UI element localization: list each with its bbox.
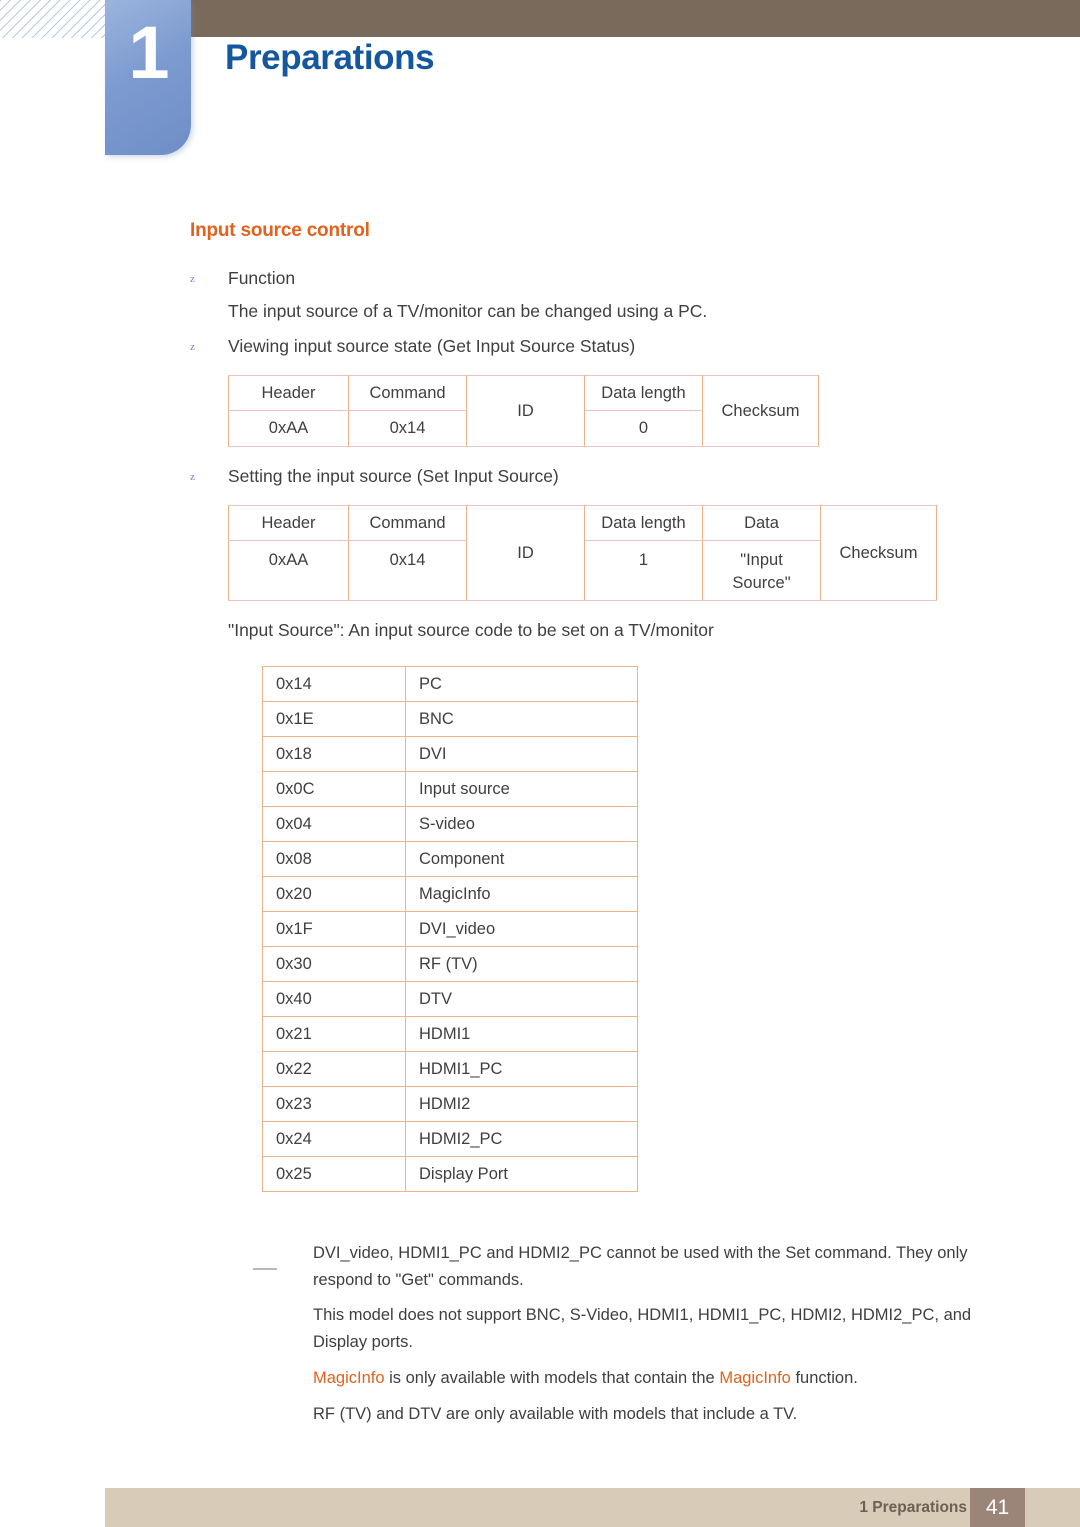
table-row: 0x04 S-video [262,806,638,842]
cell-header-value: 0xAA [228,540,349,601]
cell-datalength-value: 1 [584,540,703,601]
bullet-get-status-label: Viewing input source state (Get Input So… [228,336,636,356]
source-name-value: HDMI2 [405,1086,638,1122]
bullet-function-label: Function [228,268,296,288]
bullet-set-source-label: Setting the input source (Set Input Sour… [228,466,559,486]
source-code-value: 0x30 [262,946,406,982]
cell-command-label: Command [348,374,467,412]
note-3-text-2: function. [790,1368,858,1387]
source-code-value: 0x14 [262,666,406,702]
note-3-magicinfo-2: MagicInfo [719,1368,791,1387]
section-title: Input source control [190,220,370,241]
cell-id-label: ID [466,375,585,447]
source-name-value: Component [405,841,638,877]
note-3-magicinfo-1: MagicInfo [313,1368,385,1387]
table-row: 0x0C Input source [262,771,638,807]
source-name-value: DVI_video [405,911,638,947]
table-row: 0x20 MagicInfo [262,876,638,912]
cell-datalength-label: Data length [584,374,703,412]
header-brown-bar [190,0,1080,37]
page-footer: 1 Preparations 41 [105,1488,1080,1527]
table-row: 0x25 Display Port [262,1156,638,1192]
source-code-value: 0x1E [262,701,406,737]
table-row: Header Command ID Data length Checksum [228,374,819,447]
source-code-value: 0x0C [262,771,406,807]
source-name-value: HDMI1 [405,1016,638,1052]
source-name-value: Display Port [405,1156,638,1192]
source-name-value: DVI [405,736,638,772]
table-row: 0x24 HDMI2_PC [262,1121,638,1157]
cell-datalength-value: 0 [584,410,703,447]
table-row: 0x08 Component [262,841,638,877]
table-row: 0x23 HDMI2 [262,1086,638,1122]
function-description: The input source of a TV/monitor can be … [228,301,708,321]
source-code-value: 0x18 [262,736,406,772]
cell-command-label: Command [348,504,467,542]
table-row: 0x18 DVI [262,736,638,772]
source-name-value: PC [405,666,638,702]
cell-data-value: "Input Source" [702,540,821,601]
source-code-value: 0x04 [262,806,406,842]
source-code-value: 0x25 [262,1156,406,1192]
table-row: 0x22 HDMI1_PC [262,1051,638,1087]
bullet-icon: z [190,273,195,285]
table-row: 0x21 HDMI1 [262,1016,638,1052]
page-number-box: 41 [970,1488,1025,1527]
cell-header-label: Header [228,504,349,542]
source-code-value: 0x24 [262,1121,406,1157]
source-name-value: BNC [405,701,638,737]
source-name-value: MagicInfo [405,876,638,912]
data-value-line-1: "Input [740,551,783,570]
bullet-icon: z [190,341,195,353]
page-header: 1 Preparations [0,0,1080,160]
source-name-value: HDMI2_PC [405,1121,638,1157]
source-code-value: 0x23 [262,1086,406,1122]
get-packet-table: Header Command ID Data length Checksum 0… [228,374,819,447]
source-code-value: 0x22 [262,1051,406,1087]
note-3: MagicInfo is only available with models … [313,1365,1013,1392]
hatch-decoration [0,0,112,38]
source-name-value: DTV [405,981,638,1017]
cell-data-label: Data [702,504,821,542]
source-code-value: 0x40 [262,981,406,1017]
input-source-caption: "Input Source": An input source code to … [228,620,714,640]
source-code-value: 0x20 [262,876,406,912]
bullet-icon: z [190,471,195,483]
note-3-text-1: is only available with models that conta… [384,1368,720,1387]
source-name-value: Input source [405,771,638,807]
note-2: This model does not support BNC, S-Video… [313,1306,972,1352]
table-row: 0x1E BNC [262,701,638,737]
notes-block: DVI_video, HDMI1_PC and HDMI2_PC cannot … [253,1240,1013,1436]
cell-command-value: 0x14 [348,540,467,601]
table-row: 0x40 DTV [262,981,638,1017]
cell-command-value: 0x14 [348,410,467,447]
source-name-value: HDMI1_PC [405,1051,638,1087]
note-1: DVI_video, HDMI1_PC and HDMI2_PC cannot … [313,1244,968,1289]
cell-header-value: 0xAA [228,410,349,447]
data-value-line-2: Source" [732,573,791,592]
table-row: Header Command ID Data length Data Check… [228,504,937,601]
table-row: 0x14 PC [262,666,638,702]
chapter-number-block: 1 [105,0,191,155]
cell-id-label: ID [466,505,585,601]
cell-header-label: Header [228,374,349,412]
note-dash-icon [253,1268,277,1270]
source-name-value: S-video [405,806,638,842]
note-4: RF (TV) and DTV are only available with … [313,1404,798,1423]
cell-checksum-label: Checksum [820,505,937,601]
cell-datalength-label: Data length [584,504,703,542]
source-code-value: 0x08 [262,841,406,877]
table-row: 0x1F DVI_video [262,911,638,947]
page-number: 41 [985,1496,1010,1519]
source-code-value: 0x21 [262,1016,406,1052]
source-name-value: RF (TV) [405,946,638,982]
table-row: 0x30 RF (TV) [262,946,638,982]
page-title: Preparations [225,38,435,77]
cell-checksum-label: Checksum [702,375,819,447]
set-packet-table: Header Command ID Data length Data Check… [228,504,937,601]
input-source-code-table: 0x14 PC 0x1E BNC 0x18 DVI 0x0C Input source 0x04… [262,666,638,1192]
source-code-value: 0x1F [262,911,406,947]
chapter-number: 1 [128,11,169,94]
footer-label: 1 Preparations [859,1499,967,1516]
